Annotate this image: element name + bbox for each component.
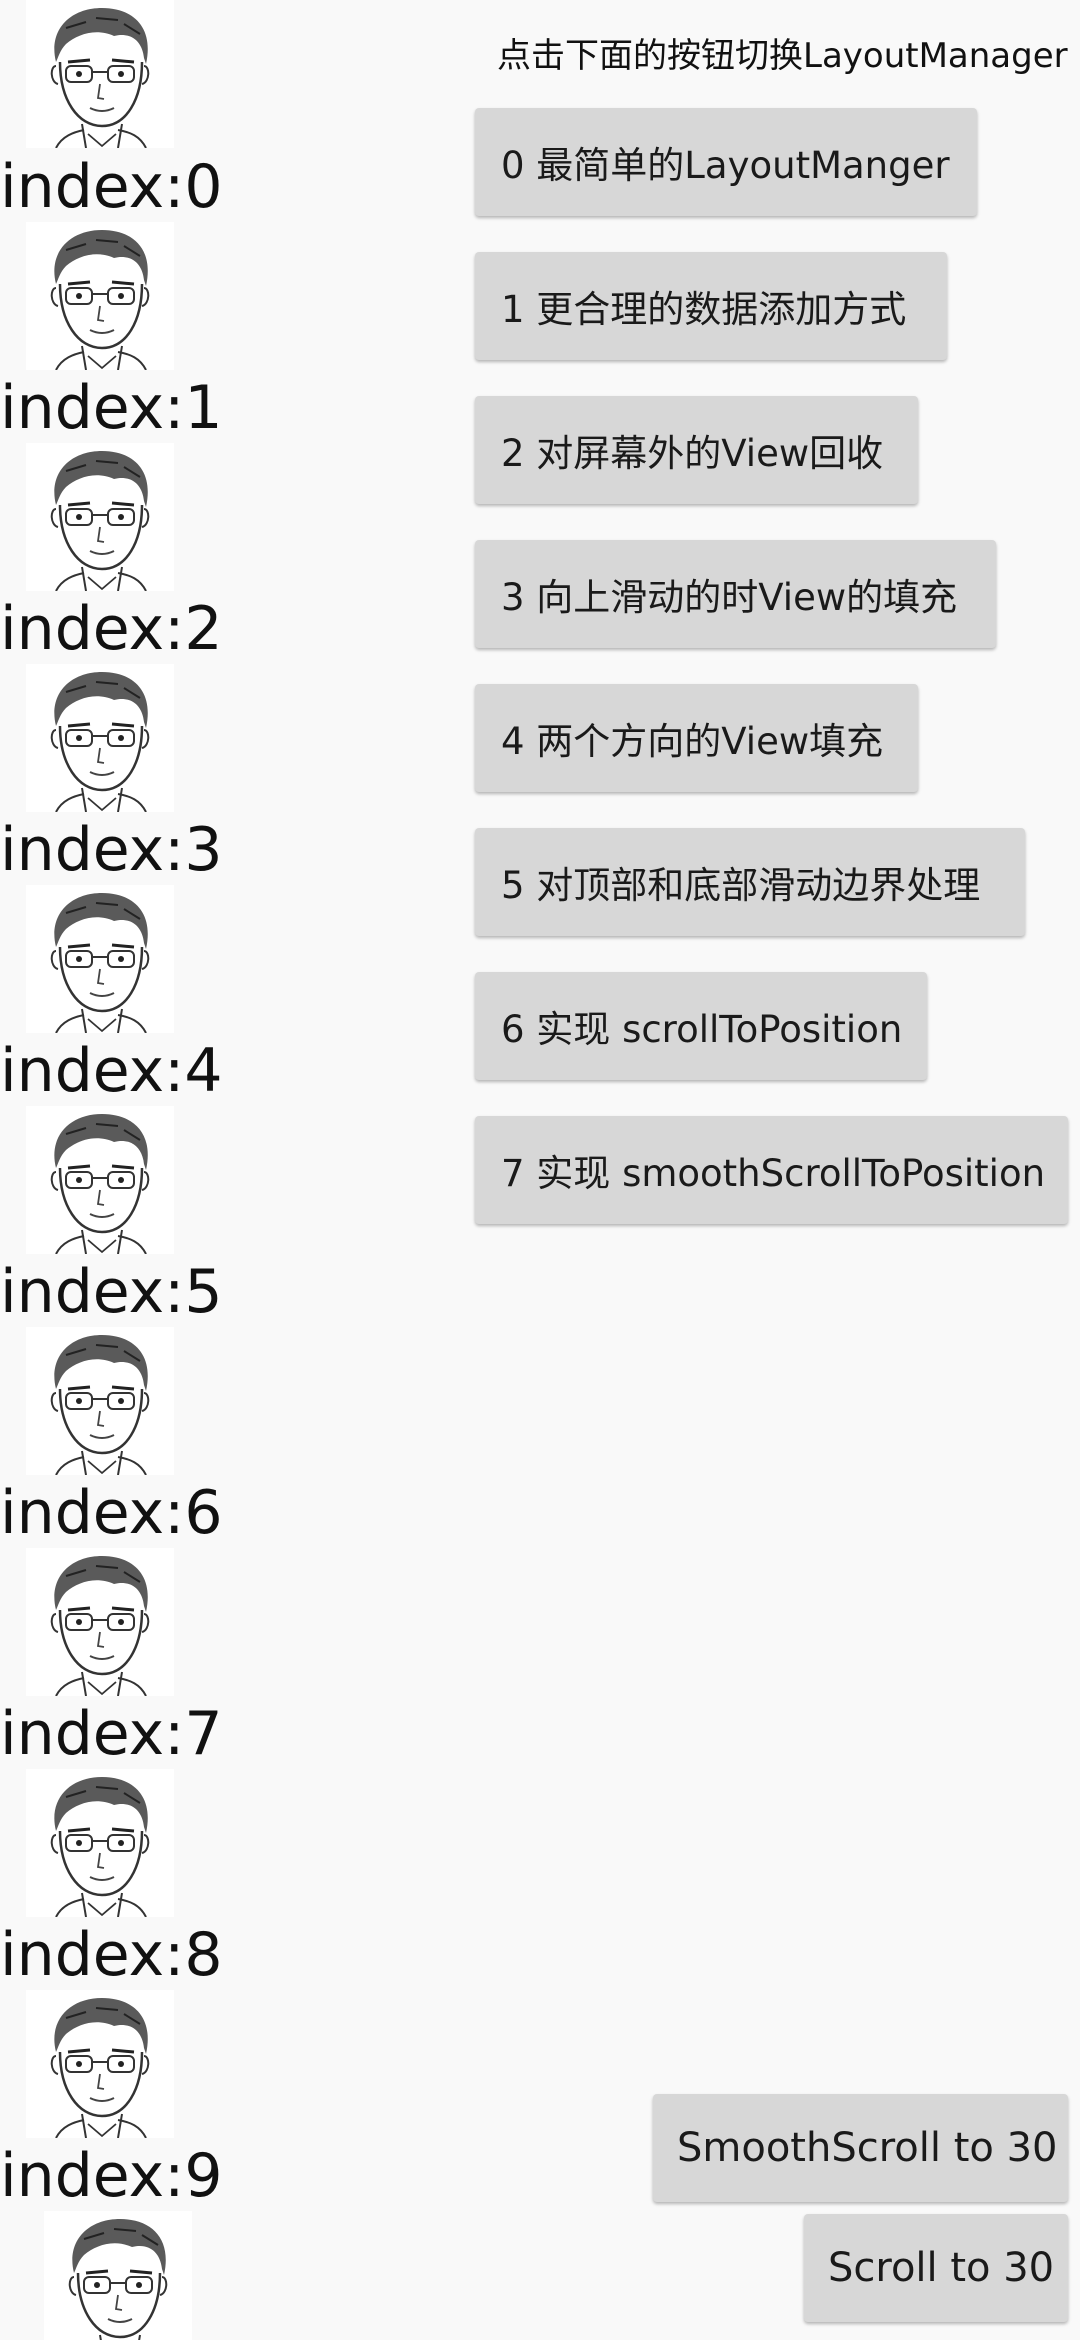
app-screen: index:0 index:1 index:2 index:3 index:4 … <box>0 0 1080 2340</box>
layout-button-3[interactable]: 3 向上滑动的时View的填充 <box>475 540 996 648</box>
layout-button-1[interactable]: 1 更合理的数据添加方式 <box>475 252 947 360</box>
avatar-image <box>26 1769 174 1917</box>
avatar-image <box>26 443 174 591</box>
list-item-label: index:3 <box>0 815 223 885</box>
list-item-label: index:1 <box>0 373 223 443</box>
layout-button-4[interactable]: 4 两个方向的View填充 <box>475 684 918 792</box>
layout-button-0[interactable]: 0 最简单的LayoutManger <box>475 108 977 216</box>
avatar-image <box>26 1106 174 1254</box>
avatar-image <box>26 1990 174 2138</box>
layout-button-6[interactable]: 6 实现 scrollToPosition <box>475 972 927 1080</box>
list-item-label: index:4 <box>0 1036 223 1106</box>
layout-button-5[interactable]: 5 对顶部和底部滑动边界处理 <box>475 828 1025 936</box>
avatar-image <box>26 0 174 148</box>
switch-hint-text: 点击下面的按钮切换LayoutManager <box>497 36 1068 76</box>
list-item-label: index:8 <box>0 1920 223 1990</box>
list-item-label: index:6 <box>0 1478 223 1548</box>
layout-button-7[interactable]: 7 实现 smoothScrollToPosition <box>475 1116 1068 1224</box>
recycler-list[interactable]: index:0 index:1 index:2 index:3 index:4 … <box>0 0 420 2340</box>
list-item-label: index:7 <box>0 1699 223 1769</box>
avatar-image <box>26 885 174 1033</box>
list-item-label: index:0 <box>0 152 223 222</box>
list-item-label: index:9 <box>0 2141 223 2211</box>
avatar-image <box>26 1548 174 1696</box>
avatar-image <box>26 222 174 370</box>
scroll-button[interactable]: Scroll to 30 <box>804 2214 1068 2322</box>
avatar-image <box>26 1327 174 1475</box>
layout-button-2[interactable]: 2 对屏幕外的View回收 <box>475 396 918 504</box>
avatar-image <box>44 2211 192 2340</box>
avatar-image <box>26 664 174 812</box>
smooth-scroll-button[interactable]: SmoothScroll to 30 <box>653 2094 1068 2202</box>
list-item-label: index:2 <box>0 594 223 664</box>
list-item-label: index:5 <box>0 1257 223 1327</box>
